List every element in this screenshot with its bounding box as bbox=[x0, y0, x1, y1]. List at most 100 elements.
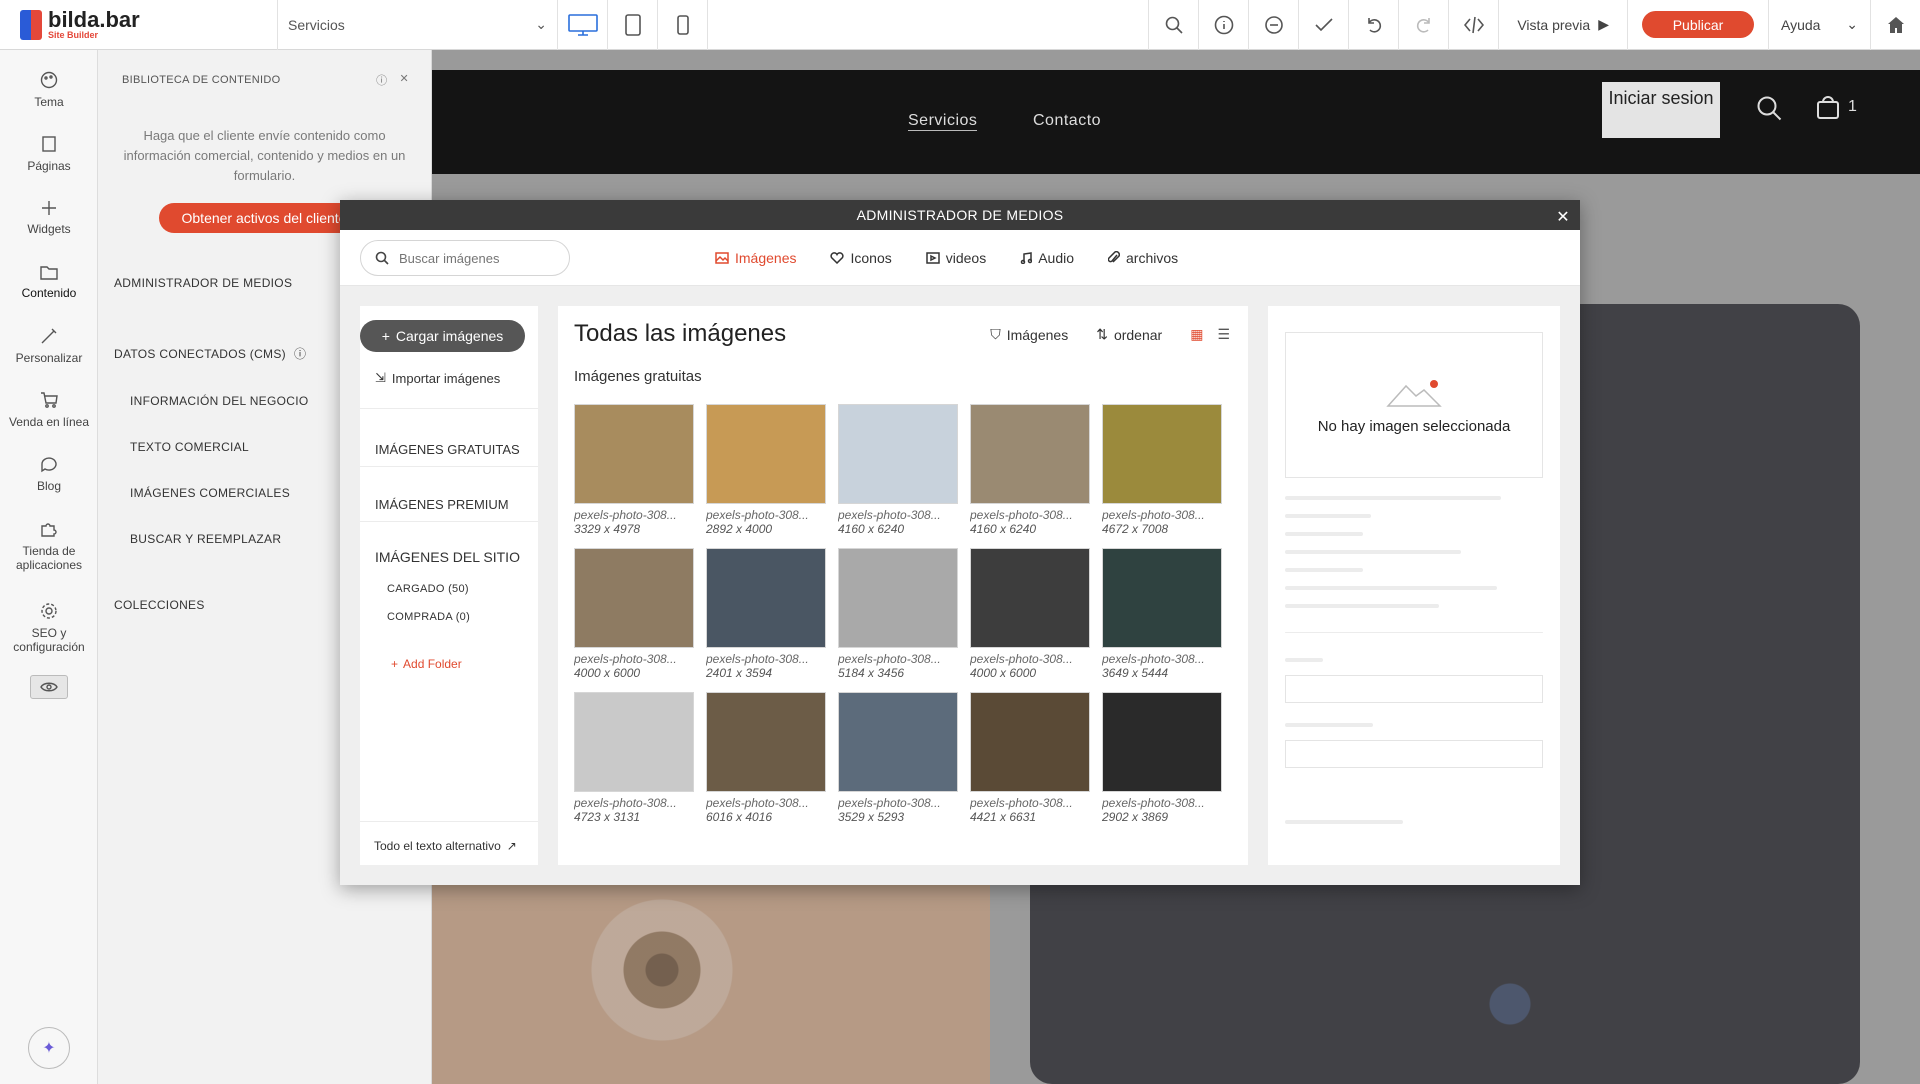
tab-files[interactable]: archivos bbox=[1108, 250, 1178, 266]
tablet-icon bbox=[624, 13, 641, 36]
search-button[interactable] bbox=[1148, 0, 1198, 50]
mobile-view-button[interactable] bbox=[658, 0, 708, 50]
cart-icon bbox=[41, 392, 58, 408]
thumbnail-image[interactable] bbox=[970, 404, 1090, 504]
thumbnail-image[interactable] bbox=[574, 692, 694, 792]
comments-button[interactable] bbox=[1248, 0, 1298, 50]
free-images-link[interactable]: IMÁGENES GRATUITAS bbox=[375, 442, 520, 457]
image-thumbnail[interactable]: pexels-photo-308... 6016 x 4016 bbox=[706, 692, 826, 836]
check-button[interactable] bbox=[1298, 0, 1348, 50]
visibility-toggle[interactable] bbox=[30, 675, 68, 699]
purchased-folder[interactable]: COMPRADA (0) bbox=[387, 611, 470, 623]
grid-view-icon[interactable]: ▦ bbox=[1190, 326, 1203, 343]
list-view-icon[interactable]: ☰ bbox=[1217, 326, 1230, 343]
home-button[interactable] bbox=[1870, 0, 1920, 50]
uploaded-folder[interactable]: CARGADO (50) bbox=[387, 583, 469, 595]
upload-images-button[interactable]: + Cargar imágenes bbox=[360, 320, 525, 352]
premium-images-link[interactable]: IMÁGENES PREMIUM bbox=[375, 497, 509, 512]
tab-images[interactable]: Imágenes bbox=[715, 250, 796, 266]
tab-icons[interactable]: Iconos bbox=[830, 250, 892, 266]
thumbnail-image[interactable] bbox=[838, 692, 958, 792]
image-thumbnail[interactable]: pexels-photo-308... 4723 x 3131 bbox=[574, 692, 694, 836]
code-button[interactable] bbox=[1448, 0, 1498, 50]
info-button[interactable] bbox=[1198, 0, 1248, 50]
thumbnail-image[interactable] bbox=[838, 404, 958, 504]
thumbnail-image[interactable] bbox=[1102, 692, 1222, 792]
image-thumbnail[interactable]: pexels-photo-308... 4000 x 6000 bbox=[970, 548, 1090, 692]
thumbnail-image[interactable] bbox=[838, 548, 958, 648]
site-nav-servicios[interactable]: Servicios bbox=[908, 112, 978, 131]
all-alt-text-link[interactable]: Todo el texto alternativo ↗ bbox=[374, 839, 517, 853]
publish-button[interactable]: Publicar bbox=[1642, 11, 1754, 38]
business-text-link[interactable]: TEXTO COMERCIAL bbox=[130, 440, 249, 454]
business-info-link[interactable]: INFORMACIÓN DEL NEGOCIO bbox=[130, 394, 308, 408]
media-manager-link[interactable]: ADMINISTRADOR DE MEDIOS bbox=[114, 276, 292, 290]
page-select[interactable]: Servicios ⌄ bbox=[278, 0, 558, 50]
logo[interactable]: bilda.bar Site Builder bbox=[0, 0, 278, 50]
image-search[interactable] bbox=[360, 240, 570, 276]
comment-icon bbox=[1265, 15, 1283, 34]
thumbnail-image[interactable] bbox=[1102, 404, 1222, 504]
search-input[interactable] bbox=[399, 250, 549, 266]
tab-audio[interactable]: Audio bbox=[1020, 250, 1074, 266]
nav-app-store[interactable]: Tienda de aplicaciones bbox=[0, 508, 98, 584]
nav-theme[interactable]: Tema bbox=[0, 60, 98, 120]
thumbnail-image[interactable] bbox=[574, 404, 694, 504]
image-thumbnail[interactable]: pexels-photo-308... 2892 x 4000 bbox=[706, 404, 826, 548]
thumbnail-image[interactable] bbox=[706, 692, 826, 792]
image-thumbnail[interactable]: pexels-photo-308... 4421 x 6631 bbox=[970, 692, 1090, 836]
close-icon[interactable]: ✕ bbox=[1556, 207, 1570, 227]
image-thumbnail[interactable]: pexels-photo-308... 4160 x 6240 bbox=[970, 404, 1090, 548]
gear-icon bbox=[41, 603, 57, 619]
thumbnail-image[interactable] bbox=[574, 548, 694, 648]
site-nav-contacto[interactable]: Contacto bbox=[1033, 112, 1101, 130]
alt-text-field[interactable] bbox=[1285, 675, 1543, 703]
get-client-assets-button[interactable]: Obtener activos del cliente bbox=[159, 203, 369, 233]
site-cart-icon[interactable] bbox=[1816, 94, 1840, 120]
site-login-button[interactable]: Iniciar sesion bbox=[1602, 82, 1720, 138]
help-menu[interactable]: Ayuda ⌄ bbox=[1768, 0, 1870, 50]
nav-pages[interactable]: Páginas bbox=[0, 124, 98, 184]
nav-widgets[interactable]: Widgets bbox=[0, 188, 98, 248]
image-thumbnail[interactable]: pexels-photo-308... 3649 x 5444 bbox=[1102, 548, 1222, 692]
thumbnail-image[interactable] bbox=[1102, 548, 1222, 648]
preview-button[interactable]: Vista previa ▶ bbox=[1498, 0, 1627, 50]
image-thumbnail[interactable]: pexels-photo-308... 4000 x 6000 bbox=[574, 548, 694, 692]
image-thumbnail[interactable]: pexels-photo-308... 4160 x 6240 bbox=[838, 404, 958, 548]
site-images-link[interactable]: IMÁGENES DEL SITIO bbox=[375, 549, 520, 565]
image-thumbnail[interactable]: pexels-photo-308... 2401 x 3594 bbox=[706, 548, 826, 692]
nav-content[interactable]: Contenido bbox=[0, 252, 98, 312]
tab-videos[interactable]: videos bbox=[925, 250, 986, 266]
image-thumbnail[interactable]: pexels-photo-308... 3329 x 4978 bbox=[574, 404, 694, 548]
desktop-view-button[interactable] bbox=[558, 0, 608, 50]
nav-personalize[interactable]: Personalizar bbox=[0, 316, 98, 376]
image-thumbnail[interactable]: pexels-photo-308... 4672 x 7008 bbox=[1102, 404, 1222, 548]
search-replace-link[interactable]: BUSCAR Y REEMPLAZAR bbox=[130, 532, 281, 546]
collections-link[interactable]: COLECCIONES bbox=[114, 598, 205, 612]
gallery-subtitle: Imágenes gratuitas bbox=[574, 368, 702, 385]
business-images-link[interactable]: IMÁGENES COMERCIALES bbox=[130, 486, 290, 500]
thumbnail-image[interactable] bbox=[706, 404, 826, 504]
tablet-view-button[interactable] bbox=[608, 0, 658, 50]
sort-button[interactable]: ⇅ ordenar bbox=[1096, 326, 1162, 343]
help-icon[interactable]: ⓘ bbox=[376, 72, 387, 88]
image-thumbnail[interactable]: pexels-photo-308... 5184 x 3456 bbox=[838, 548, 958, 692]
image-thumbnail[interactable]: pexels-photo-308... 3529 x 5293 bbox=[838, 692, 958, 836]
site-search-icon[interactable] bbox=[1756, 95, 1782, 121]
nav-blog[interactable]: Blog bbox=[0, 444, 98, 504]
nav-seo-settings[interactable]: SEO y configuración bbox=[0, 590, 98, 666]
close-icon[interactable]: ✕ bbox=[399, 72, 409, 88]
redo-button[interactable] bbox=[1398, 0, 1448, 50]
thumbnail-image[interactable] bbox=[970, 692, 1090, 792]
title-field[interactable] bbox=[1285, 740, 1543, 768]
nav-sell-online[interactable]: Venda en línea bbox=[0, 380, 98, 440]
filter-button[interactable]: ⛉ Imágenes bbox=[990, 326, 1068, 343]
thumbnail-image[interactable] bbox=[706, 548, 826, 648]
thumbnail-image[interactable] bbox=[970, 548, 1090, 648]
image-thumbnail[interactable]: pexels-photo-308... 2902 x 3869 bbox=[1102, 692, 1222, 836]
import-images-link[interactable]: ⇲ Importar imágenes bbox=[375, 370, 500, 386]
cms-link[interactable]: DATOS CONECTADOS (CMS) ⓘ bbox=[114, 345, 306, 362]
add-folder-button[interactable]: + Add Folder bbox=[391, 657, 462, 671]
ai-assistant-button[interactable]: ✦ bbox=[28, 1027, 70, 1069]
undo-button[interactable] bbox=[1348, 0, 1398, 50]
